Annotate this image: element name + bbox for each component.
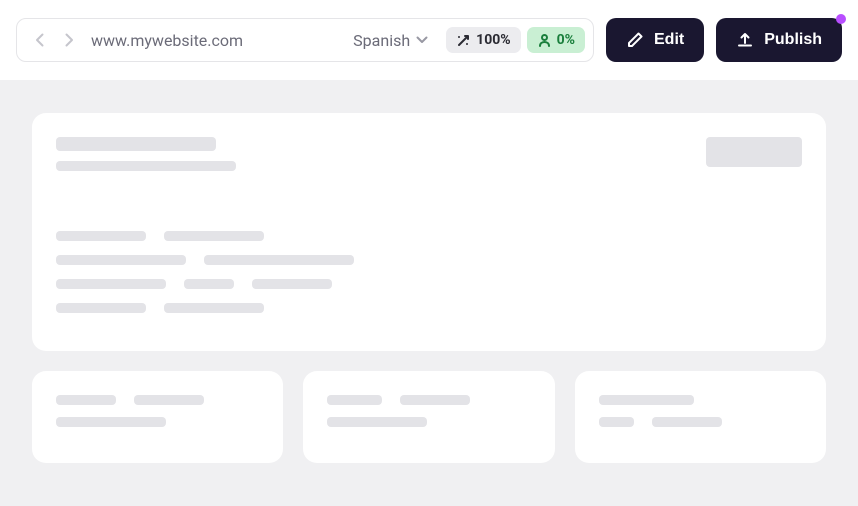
chevron-right-icon [65, 33, 74, 47]
skeleton-line [56, 417, 166, 427]
nav-back-button[interactable] [27, 28, 51, 52]
status-badges: 100% 0% [442, 27, 593, 53]
language-label: Spanish [353, 31, 410, 50]
small-card [575, 371, 826, 463]
skeleton-row [56, 255, 802, 265]
chevron-down-icon [416, 36, 428, 44]
skeleton-line [56, 137, 216, 151]
review-progress-badge[interactable]: 0% [527, 27, 585, 53]
skeleton-line [599, 417, 634, 427]
skeleton-line [56, 231, 146, 241]
skeleton-line [252, 279, 332, 289]
skeleton-line [327, 395, 382, 405]
url-text[interactable]: www.mywebsite.com [91, 31, 259, 50]
skeleton-line [56, 395, 116, 405]
topbar: www.mywebsite.com Spanish 100% [0, 0, 858, 81]
person-icon [537, 33, 552, 48]
skeleton-line [56, 303, 146, 313]
card-header [56, 137, 802, 171]
publish-button-label: Publish [764, 31, 822, 49]
skeleton-row [56, 303, 802, 313]
skeleton-button [706, 137, 802, 167]
nav-forward-button[interactable] [57, 28, 81, 52]
skeleton-line [204, 255, 354, 265]
skeleton-row [599, 417, 802, 427]
small-card [32, 371, 283, 463]
skeleton-line [400, 395, 470, 405]
skeleton-line [134, 395, 204, 405]
skeleton-row [327, 417, 530, 427]
skeleton-row [56, 231, 802, 241]
skeleton-heading [56, 137, 236, 171]
chevron-left-icon [35, 33, 44, 47]
notification-dot [836, 14, 846, 24]
skeleton-line [56, 161, 236, 171]
skeleton-row [56, 417, 259, 427]
upload-icon [736, 31, 754, 49]
skeleton-line [652, 417, 722, 427]
wand-icon [456, 33, 471, 48]
skeleton-line [164, 231, 264, 241]
skeleton-row [56, 395, 259, 405]
translation-progress-badge[interactable]: 100% [446, 27, 520, 53]
edit-button[interactable]: Edit [606, 18, 704, 62]
skeleton-row [599, 395, 802, 405]
skeleton-line [327, 417, 427, 427]
url-bar: www.mywebsite.com Spanish 100% [16, 18, 594, 62]
review-progress-value: 0% [557, 32, 575, 48]
small-card [303, 371, 554, 463]
skeleton-line [56, 255, 186, 265]
skeleton-line [164, 303, 264, 313]
publish-button[interactable]: Publish [716, 18, 842, 62]
nav-arrows [17, 28, 91, 52]
skeleton-line [599, 395, 694, 405]
content-area [0, 81, 858, 506]
language-picker[interactable]: Spanish [339, 31, 442, 50]
pencil-icon [626, 31, 644, 49]
edit-button-label: Edit [654, 31, 684, 49]
skeleton-line [184, 279, 234, 289]
translation-progress-value: 100% [476, 32, 510, 48]
main-card [32, 113, 826, 351]
cards-row [32, 371, 826, 463]
skeleton-line [56, 279, 166, 289]
skeleton-row [56, 279, 802, 289]
skeleton-row [327, 395, 530, 405]
